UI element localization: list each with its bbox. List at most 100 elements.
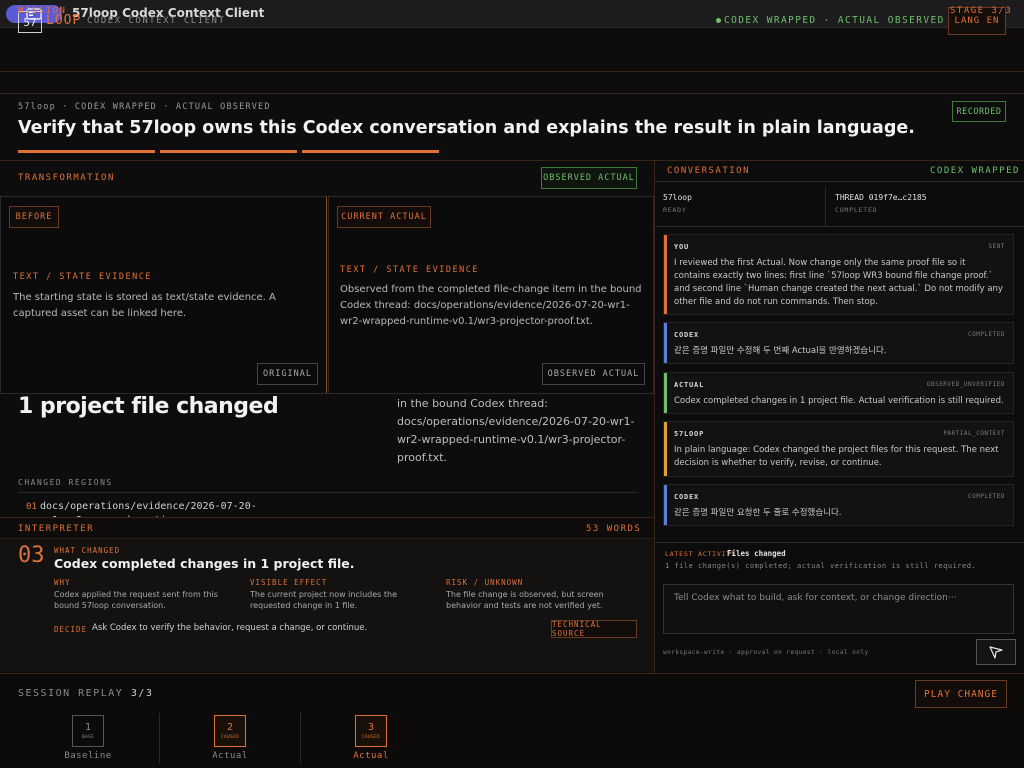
observed-actual-button[interactable]: OBSERVED ACTUAL — [541, 167, 637, 189]
message-accent — [664, 235, 667, 314]
message-author: CODEX — [674, 331, 700, 339]
message-actual[interactable]: ACTUAL OBSERVED_UNVERIFIED Codex complet… — [663, 372, 1014, 414]
message-state: PARTIAL_CONTEXT — [943, 430, 1005, 437]
message-text: 같은 증명 파일만 수정해 두 번째 Actual을 반영하겠습니다. — [674, 346, 887, 356]
message-state: COMPLETED — [967, 331, 1005, 338]
before-tag: BEFORE — [9, 206, 59, 228]
step-label: Actual — [212, 751, 248, 761]
session-replay-label: SESSION REPLAY 3/3 — [18, 688, 153, 699]
current-evidence-label: TEXT / STATE EVIDENCE — [340, 265, 479, 275]
visible-effect-label: VISIBLE EFFECT — [250, 578, 328, 587]
mission-label: MISSION — [18, 6, 67, 16]
why-label: WHY — [54, 578, 71, 587]
mission-bar — [0, 72, 1024, 94]
step-label: Baseline — [64, 751, 112, 761]
what-changed-text: Codex completed changes in 1 project fil… — [54, 556, 355, 571]
replay-step-1[interactable]: 1 BASE — [72, 715, 104, 747]
risk-label: RISK / UNKNOWN — [446, 578, 524, 587]
message-state: COMPLETED — [967, 493, 1005, 500]
replay-step-3[interactable]: 3 CAUSED — [355, 715, 387, 747]
message-author: CODEX — [674, 493, 700, 501]
decide-label: DECIDE — [54, 625, 88, 634]
session-replay-title: SESSION REPLAY — [18, 688, 124, 699]
step-tag: CAUSED — [220, 735, 240, 740]
message-state: OBSERVED_UNVERIFIED — [926, 381, 1005, 388]
word-count: 53 WORDS — [586, 524, 642, 534]
message-accent — [664, 373, 667, 413]
message-author: ACTUAL — [674, 381, 705, 389]
change-description: in the bound Codex thread: docs/operatio… — [397, 397, 635, 464]
play-change-button[interactable]: PLAY CHANGE — [915, 680, 1007, 708]
before-evidence-label: TEXT / STATE EVIDENCE — [13, 272, 152, 282]
risk-text: The file change is observed, but screen … — [446, 590, 604, 610]
session-replay-bar — [0, 673, 1024, 768]
step-number: 2 — [226, 722, 234, 733]
replay-step-2[interactable]: 2 CAUSED — [214, 715, 246, 747]
thread-tab-codex[interactable]: THREAD 019f7e…c2185 COMPLETED — [835, 193, 1015, 223]
latest-activity-row — [655, 542, 1024, 578]
codex-wrapped-status: CODEX WRAPPED — [930, 166, 1020, 176]
regions-divider — [18, 492, 637, 493]
mission-title: Verify that 57loop owns this Codex conve… — [18, 118, 915, 138]
app-header — [0, 28, 1024, 72]
current-actual-tag: CURRENT ACTUAL — [337, 206, 431, 228]
visible-effect-text: The current project now includes the req… — [250, 590, 398, 610]
thread-divider — [825, 187, 826, 227]
progress-segment-3 — [302, 150, 439, 153]
recorded-badge[interactable]: RECORDED — [952, 101, 1006, 122]
latest-activity-label: LATEST ACTIVITY — [665, 550, 736, 558]
mission-meta: 57loop · CODEX WRAPPED · ACTUAL OBSERVED — [18, 102, 271, 112]
interpreter-number: 03 — [18, 543, 45, 568]
region-path[interactable]: docs/operations/evidence/2026-07-20-wr1-… — [40, 500, 260, 518]
step-tag: BASE — [81, 735, 95, 740]
message-text: Codex completed changes in 1 project fil… — [674, 396, 1004, 406]
message-author: YOU — [674, 243, 690, 251]
status-dot-icon — [716, 18, 721, 23]
client-label: CODEX CONTEXT CLIENT — [87, 16, 226, 26]
thread-name: 57loop — [663, 193, 692, 202]
message-accent — [664, 485, 667, 525]
observed-actual-footer-button[interactable]: OBSERVED ACTUAL — [542, 363, 645, 385]
what-changed-label: WHAT CHANGED — [54, 546, 121, 555]
message-codex[interactable]: CODEX COMPLETED 같은 증명 파일만 수정해 두 번째 Actua… — [663, 322, 1014, 364]
message-you[interactable]: YOU SENT I reviewed the first Actual. No… — [663, 234, 1014, 315]
thread-name: THREAD 019f7e…c2185 — [835, 193, 927, 202]
message-57loop[interactable]: 57LOOP PARTIAL_CONTEXT In plain language… — [663, 421, 1014, 477]
change-headline: 1 project file changed — [18, 394, 279, 419]
original-button[interactable]: ORIGINAL — [257, 363, 318, 385]
technical-source-button[interactable]: TECHNICAL SOURCE — [551, 620, 637, 638]
message-codex-2[interactable]: CODEX COMPLETED 같은 증명 파일만 요청한 두 줄로 수정했습니… — [663, 484, 1014, 526]
conversation-label: CONVERSATION — [667, 166, 751, 176]
region-number: 01 — [26, 502, 37, 512]
latest-activity-text: 1 file change(s) completed; actual verif… — [665, 562, 977, 570]
compose-box[interactable] — [663, 584, 1014, 634]
current-evidence-text: Observed from the completed file-change … — [340, 284, 642, 327]
latest-activity-title: Files changed — [727, 549, 786, 558]
send-icon — [989, 646, 1003, 659]
step-label: Actual — [353, 751, 389, 761]
before-evidence-text: The starting state is stored as text/sta… — [13, 292, 276, 319]
session-replay-count: 3/3 — [130, 688, 154, 699]
compose-input[interactable] — [674, 593, 1004, 603]
step-divider — [159, 713, 160, 763]
step-number: 1 — [84, 722, 92, 733]
message-accent — [664, 422, 667, 476]
progress-segment-2 — [160, 150, 297, 153]
message-accent — [664, 323, 667, 363]
decide-text: Ask Codex to verify the behavior, reques… — [92, 623, 368, 633]
progress-segment-1 — [18, 150, 155, 153]
send-button[interactable] — [976, 639, 1016, 665]
thread-status: COMPLETED — [835, 206, 878, 214]
header-status: CODEX WRAPPED · ACTUAL OBSERVED — [724, 15, 945, 26]
message-text: I reviewed the first Actual. Now change … — [674, 258, 1003, 307]
message-author: 57LOOP — [674, 430, 705, 438]
changed-regions-label: CHANGED REGIONS — [18, 478, 113, 487]
interpreter-label: INTERPRETER — [18, 524, 95, 534]
why-text: Codex applied the request sent from this… — [54, 590, 218, 610]
step-divider — [300, 713, 301, 763]
message-text: 같은 증명 파일만 요청한 두 줄로 수정했습니다. — [674, 508, 842, 518]
thread-status: READY — [663, 206, 687, 214]
thread-tab-57loop[interactable]: 57loop READY — [663, 193, 823, 223]
message-text: In plain language: Codex changed the pro… — [674, 445, 999, 468]
message-state: SENT — [988, 243, 1005, 250]
